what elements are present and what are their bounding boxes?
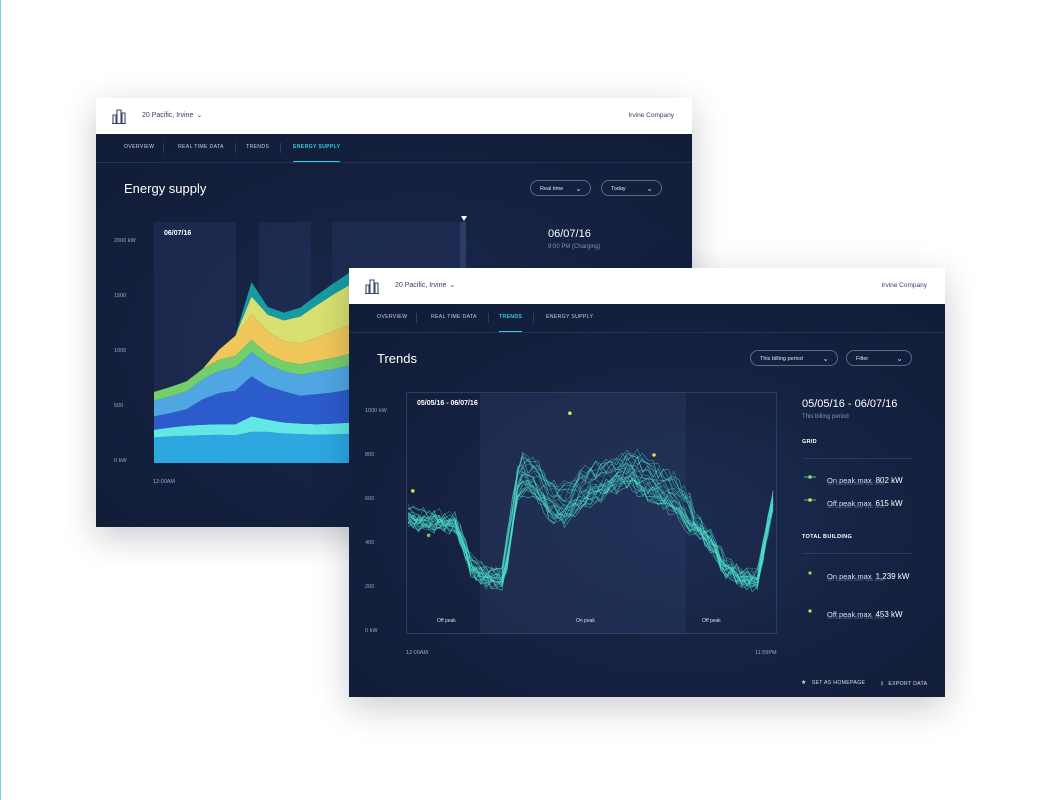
export-data-label: EXPORT DATA — [888, 681, 928, 687]
export-data-button[interactable]: ⭳ EXPORT DATA — [881, 679, 927, 689]
nav-tabs: OVERVIEW REAL TIME DATA TRENDS ENERGY SU… — [349, 304, 945, 333]
stat-timestamp: Set 10:25am June 11th 2015 — [827, 577, 885, 582]
peak-marker[interactable] — [426, 533, 431, 538]
tab-divider — [280, 143, 281, 153]
x-end-label: 11:59PM — [755, 650, 777, 656]
star-icon: ★ — [801, 680, 807, 686]
period-label: Off peak — [437, 618, 456, 624]
y-tick-label: 200 — [365, 584, 375, 590]
site-selector[interactable]: 20 Pacific, Irvine ⌄ — [142, 111, 202, 119]
billing-period-dropdown[interactable]: This billing period ⌄ — [750, 350, 838, 366]
tab-overview[interactable]: OVERVIEW — [377, 304, 407, 331]
building-logo-icon[interactable] — [112, 108, 126, 124]
tab-divider — [163, 143, 164, 153]
set-homepage-label: SET AS HOMEPAGE — [811, 680, 866, 686]
area-series-1 — [154, 431, 349, 463]
mode-dropdown-label: Real time — [540, 186, 564, 192]
period-label: Off peak — [702, 618, 721, 624]
chevron-down-icon: ⌄ — [575, 184, 582, 193]
summary-range: 05/05/16 - 06/07/16 — [802, 398, 898, 410]
site-selector-label: 20 Pacific, Irvine — [395, 282, 447, 289]
x-start-label: 12:00AM — [406, 650, 429, 656]
tab-overview[interactable]: OVERVIEW — [124, 134, 154, 161]
page-edge-line — [0, 0, 1, 800]
chevron-down-icon: ⌄ — [449, 282, 456, 289]
nav-tabs: OVERVIEW REAL TIME DATA TRENDS ENERGY SU… — [96, 134, 692, 163]
divider — [802, 458, 912, 459]
y-tick-label: 1000 kW — [365, 408, 387, 414]
stat-timestamp: Set 10:25am June 11th 2015 — [827, 504, 885, 509]
y-tick-label: 0 kW — [114, 458, 127, 464]
trends-line-chart — [406, 392, 777, 634]
stat-legend-icon — [808, 571, 812, 575]
site-selector[interactable]: 20 Pacific, Irvine ⌄ — [395, 281, 455, 289]
y-tick-label: 1000 — [114, 348, 127, 354]
selected-date: 06/07/16 — [548, 228, 591, 240]
x-start-label: 12:00AM — [153, 479, 176, 485]
chevron-down-icon: ⌄ — [896, 354, 903, 363]
tab-divider — [416, 313, 417, 323]
y-tick-label: 0 kW — [365, 628, 378, 634]
period-dropdown[interactable]: Today ⌄ — [601, 180, 662, 196]
tab-real-time-data[interactable]: REAL TIME DATA — [178, 134, 224, 161]
chevron-down-icon: ⌄ — [646, 184, 653, 193]
scrubber-handle-icon[interactable] — [461, 216, 467, 221]
y-tick-label: 600 — [365, 496, 375, 502]
billing-period-dropdown-label: This billing period — [760, 356, 803, 362]
y-tick-label: 500 — [114, 403, 124, 409]
chart-range-label: 05/05/16 - 06/07/16 — [417, 400, 478, 407]
period-dropdown-label: Today — [611, 186, 626, 192]
stat-legend-icon — [808, 609, 812, 613]
filter-dropdown[interactable]: Filter ⌄ — [846, 350, 912, 366]
y-tick-label: 400 — [365, 540, 375, 546]
stat-legend-icon — [804, 498, 816, 502]
building-logo-icon[interactable] — [365, 278, 379, 294]
page-title: Energy supply — [124, 181, 207, 196]
summary-subtitle: This billing period — [802, 414, 849, 420]
filter-dropdown-label: Filter — [856, 356, 869, 362]
period-label: On peak — [576, 618, 595, 624]
tab-divider — [235, 143, 236, 153]
grid-off-peak-stat: Off peak max 615 kW Set 10:25am June 11th… — [827, 493, 903, 511]
tab-trends[interactable]: TRENDS — [246, 134, 269, 161]
peak-marker[interactable] — [411, 489, 415, 493]
tab-energy-supply[interactable]: ENERGY SUPPLY — [293, 134, 341, 162]
selected-time-status: 9:00 PM (Charging) — [548, 244, 601, 250]
y-tick-label: 2000 kW — [114, 238, 136, 244]
peak-marker[interactable] — [568, 411, 572, 415]
chevron-down-icon: ⌄ — [196, 112, 203, 119]
tab-divider — [533, 313, 534, 323]
chevron-down-icon: ⌄ — [822, 354, 829, 363]
chart-date-label: 06/07/16 — [164, 230, 192, 237]
building-off-peak-stat: Off peak max 453 kW Set 10:25am June 11th… — [827, 604, 903, 622]
stat-timestamp: Set 10:25am June 11th 2015 — [827, 615, 885, 620]
top-bar: 20 Pacific, Irvine ⌄ Irvine Company — [349, 268, 945, 305]
grid-on-peak-stat: On peak max 802 kW Set 10:25am June 11th … — [827, 470, 903, 488]
total-building-heading: TOTAL BUILDING — [802, 534, 853, 540]
tab-energy-supply[interactable]: ENERGY SUPPLY — [546, 304, 593, 331]
building-on-peak-stat: On peak max 1,239 kW Set 10:25am June 11t… — [827, 566, 909, 584]
top-bar: 20 Pacific, Irvine ⌄ Irvine Company — [96, 98, 692, 135]
grid-heading: GRID — [802, 439, 817, 445]
mode-dropdown[interactable]: Real time ⌄ — [530, 180, 591, 196]
y-tick-label: 800 — [365, 452, 375, 458]
download-icon: ⭳ — [881, 681, 884, 687]
company-name[interactable]: Irvine Company — [628, 112, 674, 119]
company-name[interactable]: Irvine Company — [881, 282, 927, 289]
divider — [802, 553, 912, 554]
page-title: Trends — [377, 351, 417, 366]
tab-trends[interactable]: TRENDS — [499, 304, 523, 332]
content-area: OVERVIEW REAL TIME DATA TRENDS ENERGY SU… — [349, 304, 945, 697]
stat-legend-icon — [804, 475, 816, 479]
trends-window: 20 Pacific, Irvine ⌄ Irvine Company OVERV… — [349, 268, 945, 697]
y-tick-label: 1500 — [114, 293, 127, 299]
site-selector-label: 20 Pacific, Irvine — [142, 112, 194, 119]
tab-divider — [488, 313, 489, 323]
stat-timestamp: Set 10:25am June 11th 2015 — [827, 481, 885, 486]
peak-marker[interactable] — [652, 453, 656, 457]
set-homepage-button[interactable]: ★ SET AS HOMEPAGE — [801, 679, 865, 686]
tab-real-time-data[interactable]: REAL TIME DATA — [431, 304, 477, 331]
